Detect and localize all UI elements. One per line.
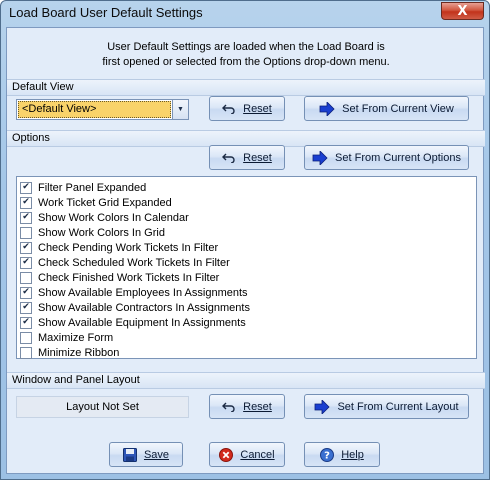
option-label: Check Finished Work Tickets In Filter [38, 271, 220, 284]
layout-status: Layout Not Set [16, 396, 189, 418]
checkbox-checked-icon[interactable] [20, 301, 32, 314]
option-label: Show Available Employees In Assignments [38, 286, 248, 299]
undo-arrow-icon [222, 153, 236, 163]
default-view-combo[interactable]: <Default View> ▼ [16, 99, 189, 120]
cancel-icon [219, 447, 234, 462]
checkbox-checked-icon[interactable] [20, 286, 32, 299]
options-reset-button[interactable]: Reset [209, 145, 285, 170]
option-label: Show Available Contractors In Assignment… [38, 301, 250, 314]
window-title: Load Board User Default Settings [9, 5, 203, 20]
checkbox-checked-icon[interactable] [20, 196, 32, 209]
checkbox-checked-icon[interactable] [20, 181, 32, 194]
set-label: Set From Current Options [335, 151, 461, 164]
help-icon: ? [320, 447, 335, 462]
default-view-reset-button[interactable]: Reset [209, 96, 285, 121]
right-arrow-icon [319, 101, 335, 116]
cancel-button[interactable]: Cancel [209, 442, 285, 467]
option-label: Check Pending Work Tickets In Filter [38, 241, 219, 254]
right-arrow-icon [312, 150, 328, 165]
option-item[interactable]: Show Work Colors In Calendar [17, 210, 476, 225]
default-view-combo-value: <Default View> [18, 101, 171, 118]
set-label: Set From Current Layout [337, 400, 459, 413]
option-item[interactable]: Show Available Contractors In Assignment… [17, 300, 476, 315]
close-icon: X [457, 3, 468, 19]
option-label: Work Ticket Grid Expanded [38, 196, 172, 209]
reset-label: Reset [243, 102, 272, 115]
save-label: Save [143, 448, 170, 461]
checkbox-unchecked-icon[interactable] [20, 226, 32, 239]
reset-label: Reset [243, 151, 272, 164]
save-button[interactable]: Save [109, 442, 183, 467]
option-item[interactable]: Minimize Ribbon [17, 345, 476, 360]
set-from-current-layout-button[interactable]: Set From Current Layout [304, 394, 469, 419]
options-checklist[interactable]: Filter Panel Expanded Work Ticket Grid Ex… [16, 176, 477, 359]
option-item[interactable]: Check Finished Work Tickets In Filter [17, 270, 476, 285]
option-item[interactable]: Show Available Employees In Assignments [17, 285, 476, 300]
layout-reset-button[interactable]: Reset [209, 394, 285, 419]
dialog-window: Load Board User Default Settings X User … [0, 0, 490, 480]
option-item[interactable]: Maximize Form [17, 330, 476, 345]
checkbox-checked-icon[interactable] [20, 316, 32, 329]
info-line-2: first opened or selected from the Option… [102, 56, 390, 68]
option-label: Show Available Equipment In Assignments [38, 316, 246, 329]
checkbox-unchecked-icon[interactable] [20, 346, 32, 359]
reset-label: Reset [243, 400, 272, 413]
chevron-down-icon[interactable]: ▼ [172, 100, 188, 119]
checkbox-checked-icon[interactable] [20, 211, 32, 224]
option-item[interactable]: Show Available Equipment In Assignments [17, 315, 476, 330]
undo-arrow-icon [222, 402, 236, 412]
option-item[interactable]: Check Pending Work Tickets In Filter [17, 240, 476, 255]
set-from-current-options-button[interactable]: Set From Current Options [304, 145, 469, 170]
option-item[interactable]: Filter Panel Expanded [17, 180, 476, 195]
checkbox-unchecked-icon[interactable] [20, 271, 32, 284]
option-label: Filter Panel Expanded [38, 181, 147, 194]
svg-text:?: ? [324, 450, 330, 461]
default-view-header: Default View [7, 79, 485, 96]
option-item[interactable]: Work Ticket Grid Expanded [17, 195, 476, 210]
info-text: User Default Settings are loaded when th… [7, 40, 485, 70]
help-label: Help [341, 448, 364, 461]
right-arrow-icon [314, 399, 331, 414]
layout-header: Window and Panel Layout [7, 372, 485, 389]
set-label: Set From Current View [342, 102, 454, 115]
title-bar[interactable]: Load Board User Default Settings X [1, 1, 489, 25]
set-from-current-view-button[interactable]: Set From Current View [304, 96, 469, 121]
option-item[interactable]: Show Work Colors In Grid [17, 225, 476, 240]
undo-arrow-icon [222, 104, 236, 114]
option-label: Minimize Ribbon [38, 346, 120, 359]
option-item[interactable]: Check Scheduled Work Tickets In Filter [17, 255, 476, 270]
dialog-body: User Default Settings are loaded when th… [6, 27, 485, 474]
checkbox-checked-icon[interactable] [20, 256, 32, 269]
option-label: Show Work Colors In Grid [38, 226, 165, 239]
cancel-label: Cancel [240, 448, 275, 461]
checkbox-checked-icon[interactable] [20, 241, 32, 254]
option-label: Check Scheduled Work Tickets In Filter [38, 256, 230, 269]
floppy-disk-icon [122, 447, 137, 462]
info-line-1: User Default Settings are loaded when th… [107, 41, 385, 53]
help-button[interactable]: ? Help [304, 442, 380, 467]
option-label: Show Work Colors In Calendar [38, 211, 189, 224]
close-button[interactable]: X [441, 2, 484, 20]
checkbox-unchecked-icon[interactable] [20, 331, 32, 344]
option-label: Maximize Form [38, 331, 114, 344]
